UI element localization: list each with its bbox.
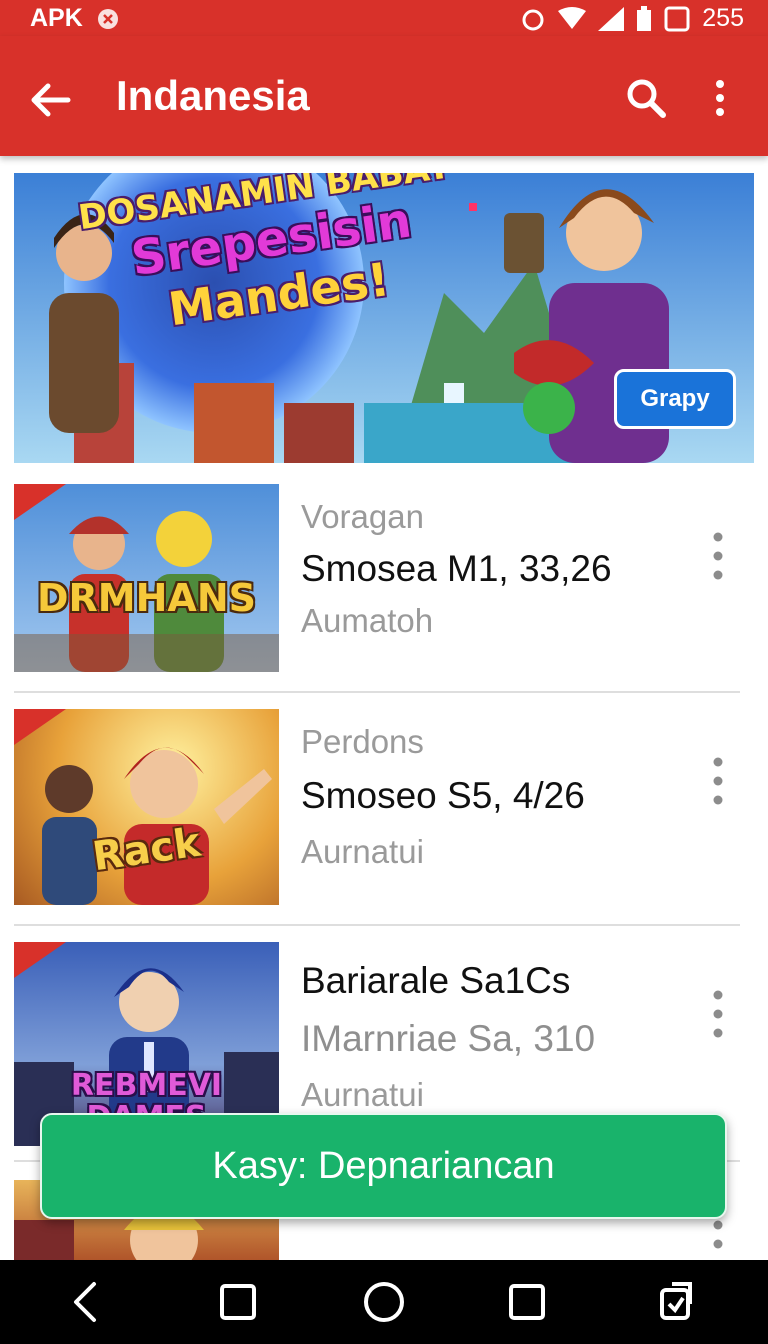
item-category: Perdons xyxy=(301,723,424,760)
recents-square-icon[interactable] xyxy=(503,1278,551,1326)
page-title: Indanesia xyxy=(116,72,310,119)
thumbnail-logo: DRMHANS xyxy=(36,576,256,620)
list-item[interactable]: Rack Perdons Smoseo S5, 4/26 Aurnatui xyxy=(14,709,740,907)
item-title: Bariarale Sa1Cs xyxy=(301,960,571,1001)
list-divider xyxy=(14,924,740,926)
back-triangle-icon[interactable] xyxy=(62,1278,110,1326)
rotate-icon[interactable] xyxy=(652,1278,700,1326)
more-vertical-icon[interactable] xyxy=(706,1220,730,1260)
banner-cta-button[interactable]: Grapy xyxy=(614,369,736,429)
more-vertical-icon[interactable] xyxy=(706,990,730,1040)
app-bar: Indanesia xyxy=(0,36,768,156)
item-subtitle: IMarnriae Sa, 310 xyxy=(301,1018,596,1059)
list-item[interactable]: DRMHANS Voragan Smosea M1, 33,26 Aumatoh xyxy=(14,484,740,674)
alarm-icon xyxy=(522,9,544,30)
status-app-label: APK xyxy=(30,4,83,32)
signal-icon xyxy=(598,6,625,31)
arrow-left-icon[interactable] xyxy=(28,78,72,122)
system-nav-bar xyxy=(0,1260,768,1344)
square-icon[interactable] xyxy=(214,1278,262,1326)
list-divider xyxy=(14,691,740,693)
item-text: Bariarale Sa1Cs IMarnriae Sa, 310 Aurnat… xyxy=(301,960,595,1114)
item-thumbnail: Rack xyxy=(14,709,279,905)
item-title: Smoseo S5, 4/26 xyxy=(301,775,585,816)
screen-icon xyxy=(664,6,690,31)
item-subtitle: Aurnatui xyxy=(301,833,424,870)
home-circle-icon[interactable] xyxy=(360,1278,408,1326)
item-subtitle: Aumatoh xyxy=(301,602,434,639)
close-badge-icon xyxy=(97,8,118,29)
search-icon[interactable] xyxy=(624,76,668,120)
more-vertical-icon[interactable] xyxy=(706,757,730,807)
snackbar-button[interactable]: Kasy: Depnariancan xyxy=(40,1113,727,1219)
item-text: Voragan Smosea M1, 33,26 Aumatoh xyxy=(301,498,612,640)
status-battery-value: 255 xyxy=(702,4,744,32)
item-category: Voragan xyxy=(301,498,424,535)
item-thumbnail: DRMHANS xyxy=(14,484,279,672)
more-vertical-icon[interactable] xyxy=(706,532,730,582)
more-vertical-icon[interactable] xyxy=(700,76,740,120)
item-text: Perdons Smoseo S5, 4/26 Aurnatui xyxy=(301,723,585,871)
item-caption: Aurnatui xyxy=(301,1076,424,1113)
item-title: Smosea M1, 33,26 xyxy=(301,548,612,589)
battery-icon xyxy=(637,5,652,31)
promo-banner[interactable]: DOSANAMIN BABAY Srepesisin Mandes! Grapy xyxy=(14,173,754,463)
wifi-icon xyxy=(558,6,587,29)
status-bar: APK 255 xyxy=(0,0,768,36)
